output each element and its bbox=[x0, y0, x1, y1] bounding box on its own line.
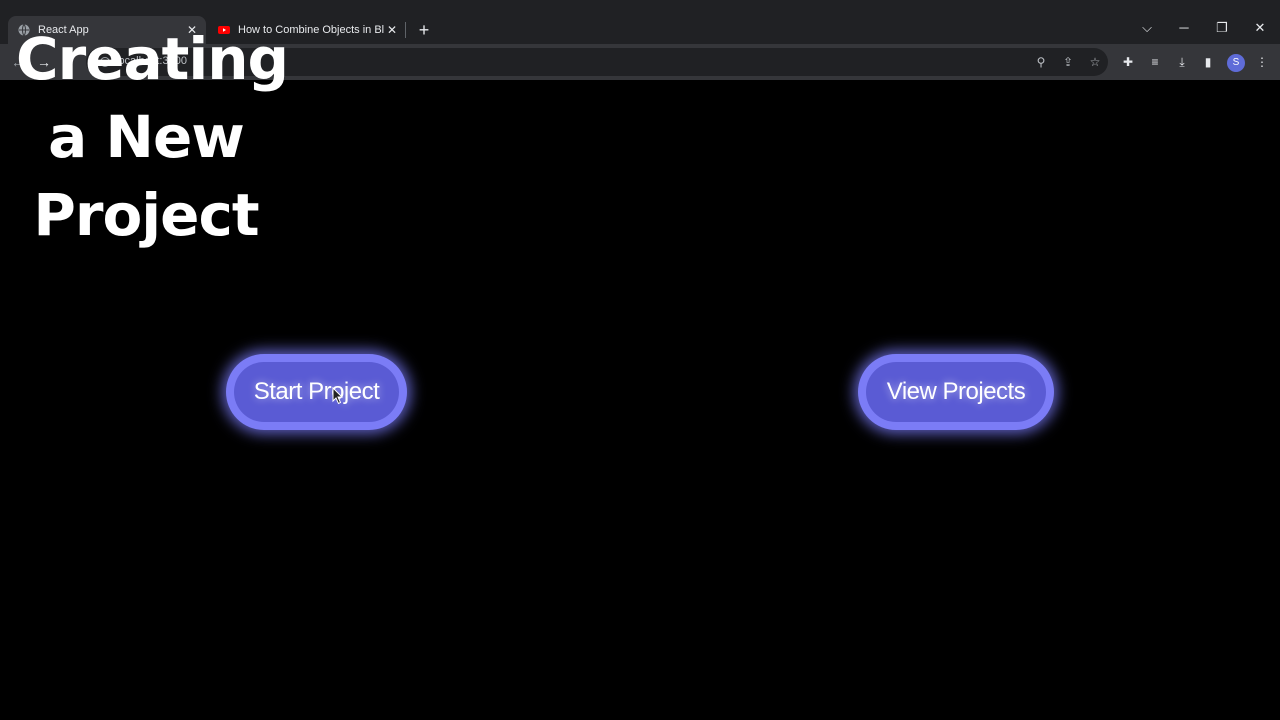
page-title-line: Project bbox=[33, 181, 259, 249]
extensions-icon[interactable]: ✚ bbox=[1120, 54, 1136, 70]
share-icon[interactable]: ⇪ bbox=[1060, 54, 1076, 70]
close-window-icon[interactable]: ✕ bbox=[1246, 18, 1274, 38]
tab-divider bbox=[405, 22, 406, 38]
avatar[interactable]: S bbox=[1227, 54, 1245, 72]
view-projects-label: View Projects bbox=[886, 378, 1026, 405]
view-projects-button[interactable]: View Projects bbox=[858, 354, 1054, 430]
page-title-line: a New bbox=[48, 103, 245, 171]
tab-search-icon[interactable]: ⌵ bbox=[1133, 18, 1161, 38]
download-icon[interactable]: ⤓ bbox=[1174, 54, 1190, 70]
start-project-button[interactable]: Start Project bbox=[226, 354, 407, 430]
plus-icon[interactable]: + bbox=[414, 20, 434, 40]
mouse-cursor-icon bbox=[332, 387, 344, 405]
close-tab-icon[interactable]: ✕ bbox=[384, 22, 400, 38]
page-title-line: Creating bbox=[16, 25, 289, 93]
media-icon[interactable]: ≡ bbox=[1147, 54, 1163, 70]
page-title: Creating a New Project bbox=[16, 20, 289, 254]
minimize-icon[interactable]: ─ bbox=[1170, 18, 1198, 38]
restore-icon[interactable]: ❐ bbox=[1208, 18, 1236, 38]
bookmark-star-icon[interactable]: ☆ bbox=[1087, 54, 1103, 70]
start-project-label: Start Project bbox=[253, 378, 380, 405]
menu-icon[interactable]: ⋮ bbox=[1254, 54, 1270, 70]
side-panel-icon[interactable]: ▮ bbox=[1200, 54, 1216, 70]
location-icon[interactable]: ⚲ bbox=[1033, 54, 1049, 70]
